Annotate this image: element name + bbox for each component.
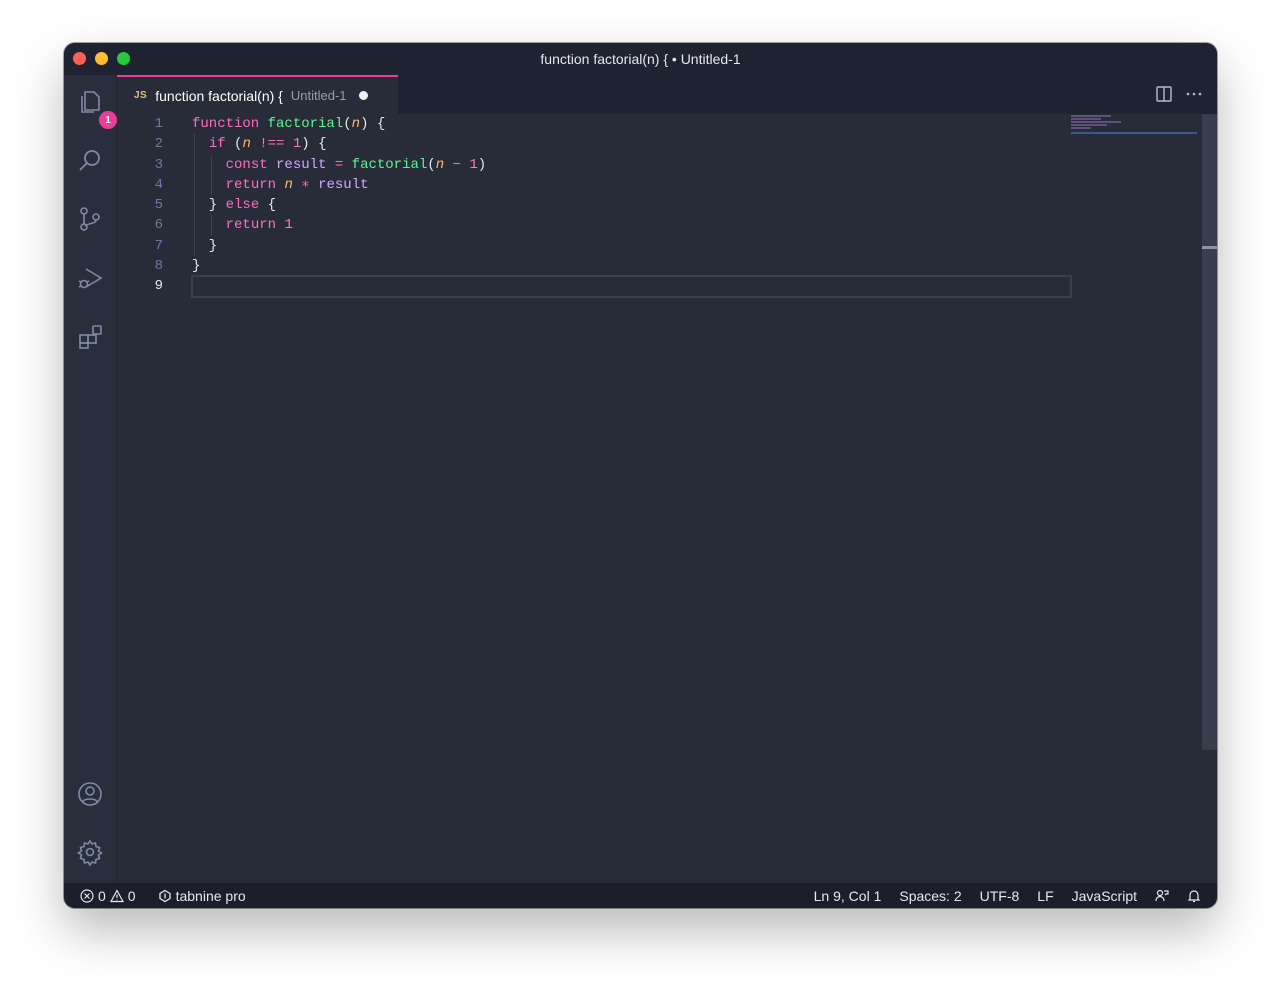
explorer-badge: 1 <box>99 111 117 129</box>
warning-count: 0 <box>127 887 136 904</box>
javascript-file-icon: JS <box>134 90 148 101</box>
code-editor[interactable]: 1 2 3 4 5 6 7 8 9 function factorial(n) { if (n … <box>117 114 1217 883</box>
language-mode[interactable]: JavaScript <box>1072 888 1137 904</box>
tab-description: Untitled-1 <box>290 88 347 103</box>
line-number: 4 <box>154 176 163 193</box>
activity-bar: 1 <box>64 75 117 883</box>
line-number: 1 <box>154 116 163 132</box>
notifications-bell-icon[interactable] <box>1187 889 1201 903</box>
code-line[interactable] <box>191 275 1072 298</box>
run-debug-icon[interactable] <box>75 263 105 293</box>
indentation[interactable]: Spaces: 2 <box>899 888 961 904</box>
encoding[interactable]: UTF-8 <box>980 888 1020 904</box>
line-number: 8 <box>154 258 163 275</box>
tabnine-icon <box>158 889 171 902</box>
tab-label: function factorial(n) { <box>155 87 283 104</box>
cursor-position[interactable]: Ln 9, Col 1 <box>814 888 882 904</box>
code-line[interactable]: } else { <box>192 195 1071 216</box>
warning-icon <box>109 888 124 902</box>
extensions-icon[interactable] <box>75 322 105 352</box>
line-number: 7 <box>154 237 163 254</box>
code-line[interactable]: function factorial(n) { <box>192 114 1071 134</box>
line-number: 3 <box>154 156 163 173</box>
unsaved-dot-icon[interactable] <box>358 91 368 100</box>
problems-indicator[interactable]: 0 0 <box>80 888 136 904</box>
code-line[interactable]: return 1 <box>192 215 1071 236</box>
line-number: 2 <box>154 136 163 153</box>
error-count: 0 <box>98 887 106 904</box>
minimap[interactable] <box>1071 114 1201 136</box>
editor-window: function factorial(n) { • Untitled-1 1 J… <box>64 43 1217 908</box>
source-control-icon[interactable] <box>75 204 105 234</box>
code-area[interactable]: function factorial(n) { if (n !== 1) { c… <box>191 114 1072 298</box>
line-number-gutter: 1 2 3 4 5 6 7 8 9 <box>117 114 189 297</box>
code-line[interactable]: } <box>192 256 1071 276</box>
error-icon <box>80 888 94 903</box>
code-line[interactable]: const result = factorial(n − 1) <box>192 154 1071 175</box>
tabnine-label: tabnine pro <box>175 887 246 904</box>
end-of-line[interactable]: LF <box>1037 888 1053 904</box>
traffic-lights <box>73 52 130 65</box>
close-window-button[interactable] <box>73 52 86 65</box>
more-actions-icon[interactable] <box>1185 85 1203 108</box>
scrollbar-cursor-marker <box>1202 246 1217 249</box>
minimize-window-button[interactable] <box>95 52 108 65</box>
status-bar: 0 0 tabnine pro Ln 9, Col 1 Spaces: 2 UT… <box>64 883 1217 908</box>
code-line[interactable]: if (n !== 1) { <box>192 134 1071 155</box>
line-number: 9 <box>154 278 163 295</box>
accounts-icon[interactable] <box>75 779 105 809</box>
split-editor-icon[interactable] <box>1155 85 1173 108</box>
settings-gear-icon[interactable] <box>75 837 105 867</box>
maximize-window-button[interactable] <box>117 52 130 65</box>
vertical-scrollbar[interactable] <box>1202 114 1217 750</box>
window-title: function factorial(n) { • Untitled-1 <box>540 51 741 67</box>
tabnine-status[interactable]: tabnine pro <box>158 888 246 904</box>
tab-untitled-1[interactable]: JS function factorial(n) { Untitled-1 <box>117 75 398 114</box>
title-bar: function factorial(n) { • Untitled-1 <box>64 43 1217 75</box>
feedback-icon[interactable] <box>1155 889 1169 903</box>
line-number: 6 <box>154 217 163 234</box>
line-number: 5 <box>154 197 163 214</box>
search-icon[interactable] <box>75 146 105 176</box>
tab-bar: JS function factorial(n) { Untitled-1 <box>117 75 1217 114</box>
code-line[interactable]: } <box>192 235 1071 257</box>
code-line[interactable]: return n ∗ result <box>192 174 1071 196</box>
editor-actions <box>1155 85 1203 108</box>
explorer-icon[interactable]: 1 <box>75 87 117 129</box>
